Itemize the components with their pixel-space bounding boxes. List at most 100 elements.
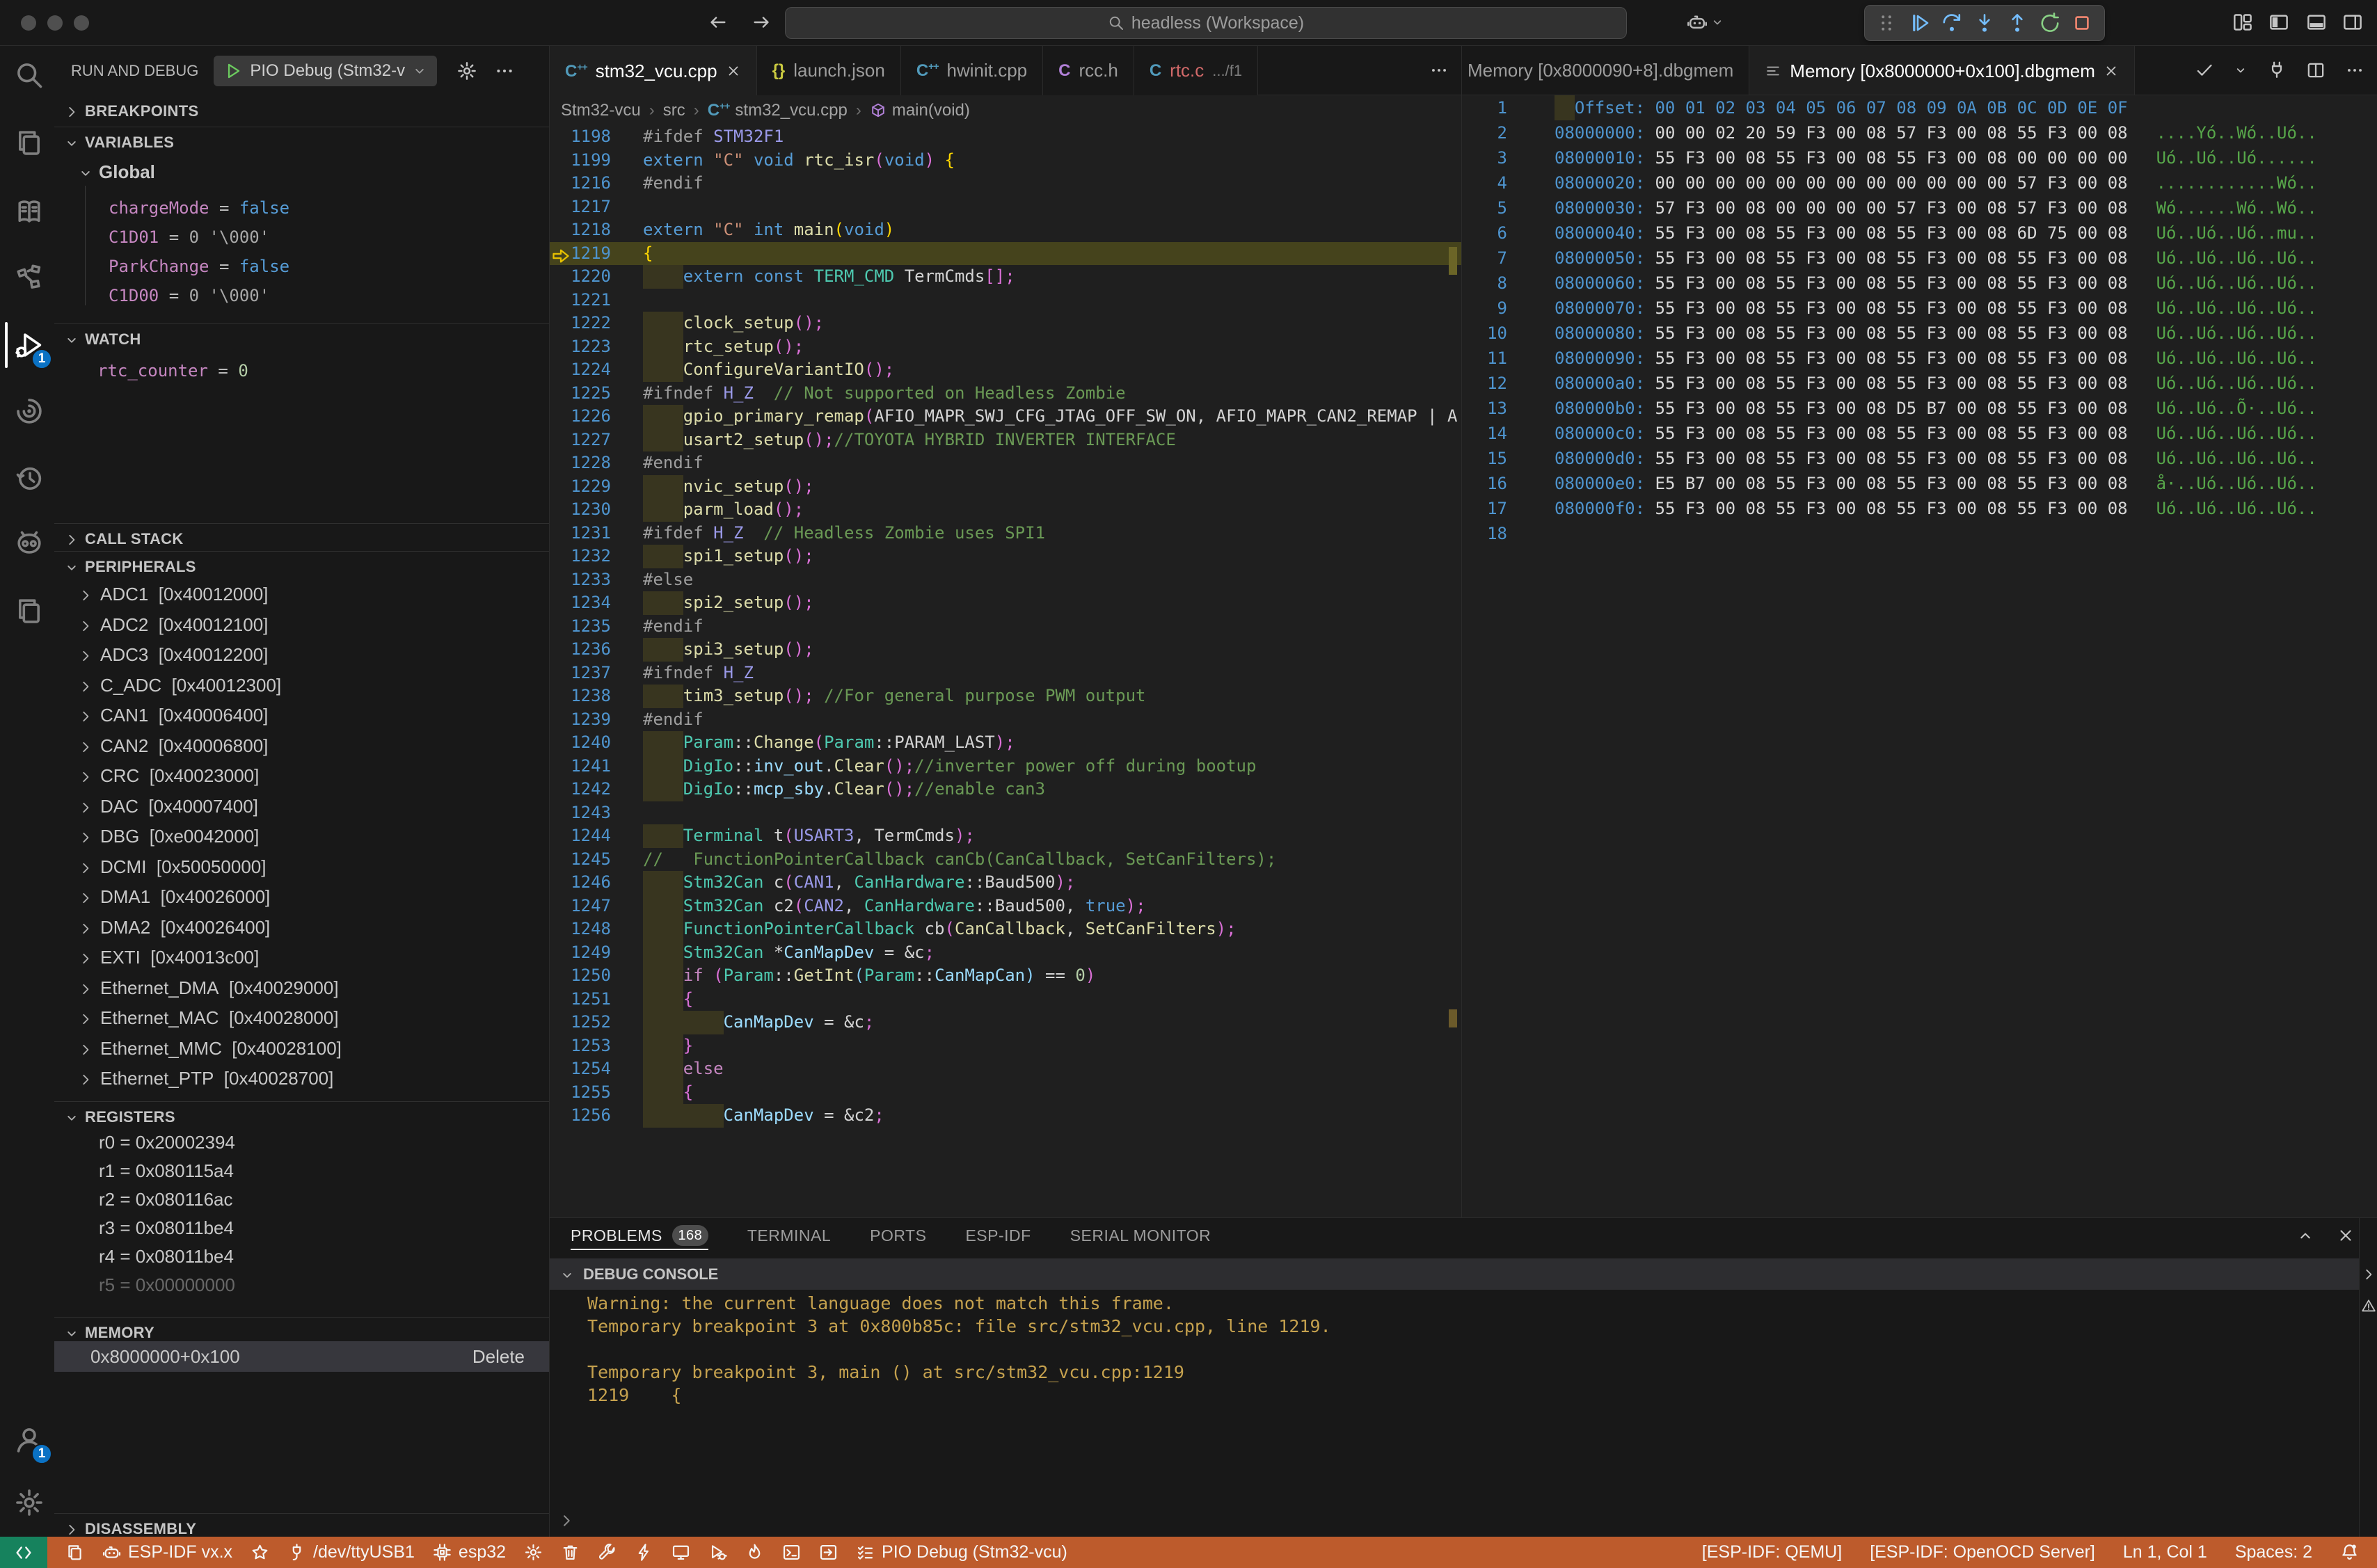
code-line-1220[interactable]: 1220extern const TERM_CMD TermCmds[];: [550, 265, 1461, 289]
panel-tab-problems[interactable]: PROBLEMS168: [571, 1218, 708, 1253]
status-remote-indicator[interactable]: [0, 1537, 47, 1568]
memory-row-5[interactable]: 508000030: 57 F3 00 08 00 00 00 00 57 F3…: [1462, 195, 2377, 221]
panel-tab-ports[interactable]: PORTS: [870, 1218, 926, 1253]
zoom-window-button[interactable]: [74, 15, 89, 31]
breadcrumb-item-src[interactable]: src: [663, 101, 685, 120]
search-input[interactable]: headless (Workspace): [785, 7, 1627, 39]
section-peripherals[interactable]: PERIPHERALS: [54, 553, 550, 581]
editor-tab-rtc.c[interactable]: Crtc.c.../f1: [1134, 46, 1258, 95]
peripheral-item-dma2[interactable]: DMA2 [0x40026400]: [54, 913, 550, 943]
status-indentation[interactable]: Spaces: 2: [2235, 1542, 2312, 1562]
memory-row-14[interactable]: 14080000c0: 55 F3 00 08 55 F3 00 08 55 F…: [1462, 421, 2377, 446]
memory-row-16[interactable]: 16080000e0: E5 B7 00 08 55 F3 00 08 55 F…: [1462, 471, 2377, 496]
activity-item-explorer-copy[interactable]: [9, 117, 49, 168]
status-star[interactable]: [251, 1543, 269, 1562]
peripheral-item-adc3[interactable]: ADC3 [0x40012200]: [54, 640, 550, 670]
toggle-primary-sidebar-button[interactable]: [2268, 12, 2289, 33]
register-item[interactable]: r1 = 0x080115a4: [54, 1157, 550, 1185]
check-dropdown-button[interactable]: [2234, 63, 2248, 77]
peripheral-item-ethernet_dma[interactable]: Ethernet_DMA [0x40029000]: [54, 973, 550, 1003]
step-into-button[interactable]: [1973, 12, 1996, 34]
peripheral-item-dbg[interactable]: DBG [0xe0042000]: [54, 822, 550, 851]
code-line-1245[interactable]: 1245// FunctionPointerCallback canCb(Can…: [550, 848, 1461, 872]
peripheral-item-ethernet_ptp[interactable]: Ethernet_PTP [0x40028700]: [54, 1064, 550, 1094]
debug-console-output[interactable]: Warning: the current language does not m…: [587, 1292, 1331, 1407]
code-line-1235[interactable]: 1235#endif: [550, 615, 1461, 639]
nav-forward-button[interactable]: [752, 12, 772, 33]
status-open-idf-terminal[interactable]: [819, 1543, 838, 1562]
code-content[interactable]: 1198#ifdef STM32F11199extern "C" void rt…: [550, 125, 1461, 1217]
peripheral-item-dac[interactable]: DAC [0x40007400]: [54, 792, 550, 822]
code-line-1236[interactable]: 1236spi3_setup();: [550, 638, 1461, 662]
panel-tab-terminal[interactable]: TERMINAL: [747, 1218, 831, 1253]
memory-row-9[interactable]: 908000070: 55 F3 00 08 55 F3 00 08 55 F3…: [1462, 296, 2377, 321]
activity-item-run-and-debug[interactable]: 1: [9, 319, 49, 371]
sidebar-more-actions[interactable]: [494, 61, 515, 81]
code-line-1239[interactable]: 1239#endif: [550, 708, 1461, 732]
code-line-1251[interactable]: 1251{: [550, 988, 1461, 1011]
breadcrumb-item-main(void)[interactable]: main(void): [870, 101, 970, 120]
memory-range-item[interactable]: 0x8000000+0x100Delete: [54, 1341, 550, 1372]
maximize-panel-button[interactable]: [2296, 1226, 2314, 1245]
debug-console-section-header[interactable]: DEBUG CONSOLE: [550, 1258, 2359, 1290]
activity-item-remote-explorer[interactable]: [9, 585, 49, 637]
code-line-1199[interactable]: 1199extern "C" void rtc_isr(void) {: [550, 149, 1461, 173]
minimize-window-button[interactable]: [47, 15, 63, 31]
close-panel-button[interactable]: [2337, 1226, 2355, 1245]
stop-button[interactable]: [2071, 12, 2093, 34]
activity-item-settings[interactable]: [9, 1477, 49, 1528]
code-line-1250[interactable]: 1250if (Param::GetInt(Param::CanMapCan) …: [550, 964, 1461, 988]
section-disassembly[interactable]: DISASSEMBLY: [54, 1515, 550, 1537]
peripheral-item-exti[interactable]: EXTI [0x40013c00]: [54, 943, 550, 973]
memory-row-4[interactable]: 408000020: 00 00 00 00 00 00 00 00 00 00…: [1462, 170, 2377, 195]
code-line-1252[interactable]: 1252CanMapDev = &c;: [550, 1011, 1461, 1034]
peripheral-item-crc[interactable]: CRC [0x40023000]: [54, 761, 550, 791]
editor-tab-rcc.h[interactable]: Crcc.h: [1043, 46, 1134, 95]
breadcrumb-item-Stm32-vcu[interactable]: Stm32-vcu: [561, 101, 641, 120]
variable-item[interactable]: C1D01 = 0 '\000': [54, 223, 550, 251]
memory-row-18[interactable]: 18: [1462, 521, 2377, 546]
editor-tab-stm32_vcu.cpp[interactable]: C++stm32_vcu.cpp: [550, 46, 757, 96]
code-line-1218[interactable]: 1218extern "C" int main(void): [550, 218, 1461, 242]
split-editor-button[interactable]: [2306, 61, 2326, 80]
activity-item-platformio[interactable]: [9, 519, 49, 570]
memory-tab-2[interactable]: Memory [0x8000000+0x100].dbgmem: [1749, 46, 2135, 95]
close-window-button[interactable]: [21, 15, 36, 31]
peripheral-item-adc1[interactable]: ADC1 [0x40012000]: [54, 579, 550, 609]
status-monitor[interactable]: [671, 1543, 690, 1562]
section-variables[interactable]: VARIABLES: [54, 129, 550, 157]
activity-item-docs[interactable]: [9, 185, 49, 237]
code-line-1224[interactable]: 1224ConfigureVariantIO();: [550, 358, 1461, 382]
tree-item-global[interactable]: Global: [54, 158, 550, 186]
status-esp-explorer[interactable]: [65, 1543, 84, 1562]
register-item[interactable]: r3 = 0x08011be4: [54, 1214, 550, 1242]
code-line-1255[interactable]: 1255{: [550, 1081, 1461, 1105]
customize-layout-button[interactable]: [2232, 12, 2253, 33]
register-item[interactable]: r4 = 0x08011be4: [54, 1242, 550, 1270]
variable-item[interactable]: ParkChange = false: [54, 253, 550, 280]
code-line-1223[interactable]: 1223rtc_setup();: [550, 335, 1461, 359]
code-line-1225[interactable]: 1225#ifndef H_Z // Not supported on Head…: [550, 382, 1461, 406]
peripheral-item-flash[interactable]: FLASH [0x40022000]: [54, 1094, 550, 1102]
nav-back-button[interactable]: [707, 12, 728, 33]
status-cursor-position[interactable]: Ln 1, Col 1: [2123, 1542, 2207, 1562]
memory-content[interactable]: 1Offset: 00 01 02 03 04 05 06 07 08 09 0…: [1462, 95, 2377, 1217]
editor-tab-hwinit.cpp[interactable]: C++hwinit.cpp: [901, 46, 1043, 95]
toggle-secondary-sidebar-button[interactable]: [2342, 12, 2363, 33]
peripheral-item-dma1[interactable]: DMA1 [0x40026000]: [54, 882, 550, 912]
status-device-target[interactable]: esp32: [433, 1542, 506, 1562]
status-esp-idf-version[interactable]: ESP-IDF vx.x: [102, 1542, 232, 1562]
activity-item-timeline[interactable]: [9, 453, 49, 504]
code-line-1217[interactable]: 1217: [550, 195, 1461, 219]
register-item[interactable]: r2 = 0x080116ac: [54, 1185, 550, 1213]
code-line-1254[interactable]: 1254else: [550, 1057, 1461, 1081]
open-serial-button[interactable]: [2267, 61, 2287, 80]
variable-item[interactable]: C1D00 = 0 '\000': [54, 282, 550, 310]
status-build[interactable]: [598, 1543, 617, 1562]
code-line-1226[interactable]: 1226gpio_primary_remap(AFIO_MAPR_SWJ_CFG…: [550, 405, 1461, 429]
code-line-1256[interactable]: 1256CanMapDev = &c2;: [550, 1104, 1461, 1128]
panel-tab-esp-idf[interactable]: ESP-IDF: [965, 1218, 1031, 1253]
code-line-1232[interactable]: 1232spi1_setup();: [550, 545, 1461, 568]
step-over-button[interactable]: [1941, 12, 1963, 34]
activity-item-esp-idf[interactable]: [9, 385, 49, 437]
